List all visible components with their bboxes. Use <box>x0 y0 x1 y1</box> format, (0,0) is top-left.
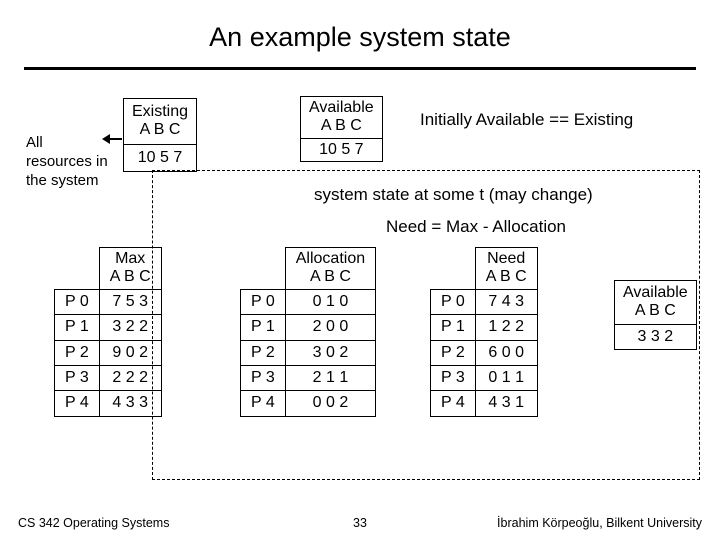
existing-value: 10 5 7 <box>124 144 197 171</box>
table-row: P 07 5 3 <box>55 289 162 314</box>
table-row: P 40 0 2 <box>241 391 376 416</box>
note-state-at-t: system state at some t (may change) <box>314 185 593 205</box>
table-row: P 13 2 2 <box>55 315 162 340</box>
footer-left: CS 342 Operating Systems <box>18 516 169 530</box>
available-right-table: AvailableA B C 3 3 2 <box>614 280 697 350</box>
available-right-header: AvailableA B C <box>615 281 697 325</box>
table-row: P 32 2 2 <box>55 365 162 390</box>
table-row: P 00 1 0 <box>241 289 376 314</box>
available-top-table: AvailableA B C 10 5 7 <box>300 96 383 162</box>
existing-table: ExistingA B C 10 5 7 <box>123 98 197 172</box>
table-row: P 44 3 1 <box>431 391 538 416</box>
available-right-value: 3 3 2 <box>615 324 697 349</box>
footer: CS 342 Operating Systems 33 İbrahim Körp… <box>18 516 702 530</box>
table-row: P 23 0 2 <box>241 340 376 365</box>
max-header: MaxA B C <box>99 248 161 290</box>
table-row: P 32 1 1 <box>241 365 376 390</box>
existing-header: ExistingA B C <box>124 99 197 145</box>
slide-title: An example system state <box>0 0 720 53</box>
footer-page: 33 <box>353 516 367 530</box>
content-area: All resources in the system ExistingA B … <box>16 92 704 496</box>
need-table: NeedA B C P 07 4 3 P 11 2 2 P 26 0 0 P 3… <box>430 247 538 417</box>
max-table: MaxA B C P 07 5 3 P 13 2 2 P 29 0 2 P 32… <box>54 247 162 417</box>
all-resources-label: All resources in the system <box>26 134 112 190</box>
note-need-formula: Need = Max - Allocation <box>386 217 566 237</box>
table-row: P 11 2 2 <box>431 315 538 340</box>
table-row: P 12 0 0 <box>241 315 376 340</box>
table-row: P 29 0 2 <box>55 340 162 365</box>
title-divider <box>24 67 696 70</box>
allocation-header: AllocationA B C <box>285 248 375 290</box>
note-initially: Initially Available == Existing <box>420 110 633 130</box>
table-row: P 07 4 3 <box>431 289 538 314</box>
table-row: P 30 1 1 <box>431 365 538 390</box>
available-top-value: 10 5 7 <box>301 138 383 161</box>
allocation-table: AllocationA B C P 00 1 0 P 12 0 0 P 23 0… <box>240 247 376 417</box>
slide: An example system state All resources in… <box>0 0 720 540</box>
need-header: NeedA B C <box>475 248 537 290</box>
table-row: P 44 3 3 <box>55 391 162 416</box>
available-top-header: AvailableA B C <box>301 97 383 139</box>
table-row: P 26 0 0 <box>431 340 538 365</box>
footer-right: İbrahim Körpeoğlu, Bilkent University <box>497 516 702 530</box>
arrow-icon <box>104 138 122 140</box>
